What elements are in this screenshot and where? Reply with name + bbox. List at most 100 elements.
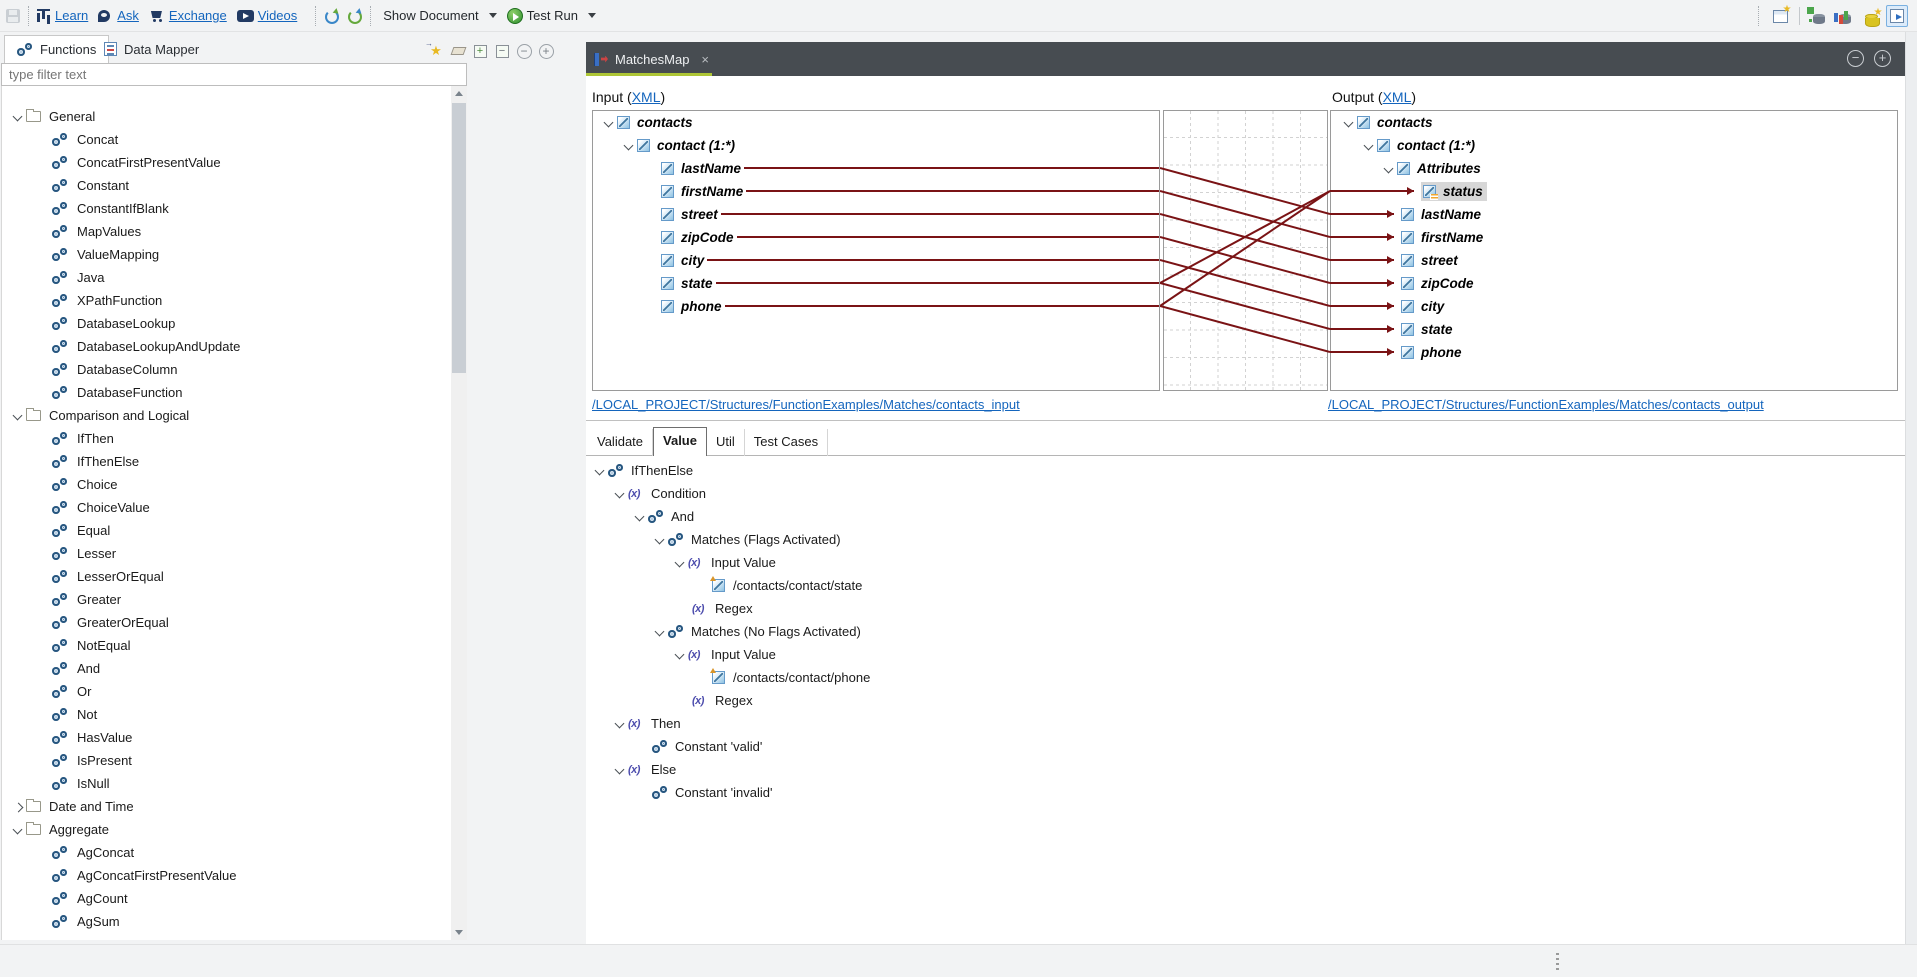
ask-link[interactable]: Ask: [117, 8, 139, 23]
tree-item[interactable]: AgConcat: [2, 841, 452, 864]
value-tree-item[interactable]: (x)Regex: [586, 597, 1901, 620]
output-node[interactable]: Attributes: [1331, 157, 1897, 180]
collapse-all-icon[interactable]: −: [494, 43, 510, 59]
tree-item[interactable]: XPathFunction: [2, 289, 452, 312]
tree-item[interactable]: Constant: [2, 174, 452, 197]
chevron-down-icon[interactable]: [672, 643, 688, 666]
chevron-down-icon[interactable]: [588, 13, 596, 18]
output-node[interactable]: street: [1331, 249, 1897, 272]
save-icon[interactable]: [6, 9, 20, 23]
output-node[interactable]: phone: [1331, 341, 1897, 364]
tree-item[interactable]: AgConcatFirstPresentValue: [2, 864, 452, 887]
close-icon[interactable]: ×: [701, 52, 709, 67]
output-node[interactable]: city: [1331, 295, 1897, 318]
value-tree-item[interactable]: IfThenElse: [586, 459, 1901, 482]
scroll-up-icon[interactable]: [451, 86, 467, 102]
value-tree-item[interactable]: Constant 'valid': [586, 735, 1901, 758]
sync-alt-icon[interactable]: [347, 9, 362, 23]
output-node[interactable]: contact (1:*): [1331, 134, 1897, 157]
ask-icon[interactable]: [98, 9, 113, 23]
value-tree-item[interactable]: (x)Condition: [586, 482, 1901, 505]
value-tree-item[interactable]: Matches (No Flags Activated): [586, 620, 1901, 643]
tree-item[interactable]: Lesser: [2, 542, 452, 565]
tree-item[interactable]: Not: [2, 703, 452, 726]
value-tree-item[interactable]: (x)Else: [586, 758, 1901, 781]
expand-all-icon[interactable]: +: [472, 43, 488, 59]
tree-item[interactable]: ConcatFirstPresentValue: [2, 151, 452, 174]
modeler-perspective-button[interactable]: [1808, 5, 1830, 27]
chevron-down-icon[interactable]: [612, 482, 628, 505]
tree-group[interactable]: Aggregate: [2, 818, 452, 841]
value-tree-item[interactable]: (x)Regex: [586, 689, 1901, 712]
open-perspective-button[interactable]: [1769, 5, 1791, 27]
input-node[interactable]: city: [593, 249, 1159, 272]
tree-item[interactable]: AgSum: [2, 910, 452, 933]
value-tree-item[interactable]: /contacts/contact/phone: [586, 666, 1901, 689]
chevron-down-icon[interactable]: [612, 758, 628, 781]
tree-item[interactable]: IsNull: [2, 772, 452, 795]
tree-item[interactable]: HasValue: [2, 726, 452, 749]
data-perspective-button[interactable]: [1860, 5, 1882, 27]
output-structure-link[interactable]: /LOCAL_PROJECT/Structures/FunctionExampl…: [1328, 397, 1764, 412]
input-node[interactable]: zipCode: [593, 226, 1159, 249]
chevron-down-icon[interactable]: [652, 528, 668, 551]
tree-item[interactable]: IfThenElse: [2, 450, 452, 473]
tree-item[interactable]: And: [2, 657, 452, 680]
scroll-down-icon[interactable]: [451, 924, 467, 940]
tree-item[interactable]: IsPresent: [2, 749, 452, 772]
value-tree-item[interactable]: And: [586, 505, 1901, 528]
maximize-editor-icon[interactable]: +: [1874, 50, 1891, 67]
tree-item[interactable]: DatabaseColumn: [2, 358, 452, 381]
chevron-down-icon[interactable]: [10, 105, 26, 128]
chevron-down-icon[interactable]: [672, 551, 688, 574]
scrollbar-thumb[interactable]: [452, 103, 466, 373]
tab-value[interactable]: Value: [653, 427, 707, 456]
tab-util[interactable]: Util: [707, 429, 745, 456]
input-node[interactable]: state: [593, 272, 1159, 295]
tree-item[interactable]: DatabaseLookupAndUpdate: [2, 335, 452, 358]
analytics-perspective-button[interactable]: [1834, 5, 1856, 27]
learn-link[interactable]: Learn: [55, 8, 88, 23]
minimize-editor-icon[interactable]: −: [1847, 50, 1864, 67]
chevron-right-icon[interactable]: [10, 795, 26, 818]
sync-icon[interactable]: [324, 9, 339, 23]
tab-test-cases[interactable]: Test Cases: [745, 429, 828, 456]
minimize-view-icon[interactable]: −: [516, 43, 532, 59]
exchange-link[interactable]: Exchange: [169, 8, 227, 23]
output-node[interactable]: zipCode: [1331, 272, 1897, 295]
chevron-down-icon[interactable]: [10, 404, 26, 427]
input-node[interactable]: contact (1:*): [593, 134, 1159, 157]
tree-item[interactable]: Equal: [2, 519, 452, 542]
tree-group[interactable]: Comparison and Logical: [2, 404, 452, 427]
chevron-down-icon[interactable]: [621, 134, 637, 157]
tree-item[interactable]: Greater: [2, 588, 452, 611]
learn-icon[interactable]: [37, 9, 51, 22]
tree-item[interactable]: ChoiceValue: [2, 496, 452, 519]
eraser-icon[interactable]: [450, 43, 466, 59]
tree-item[interactable]: Concat: [2, 128, 452, 151]
output-node[interactable]: firstName: [1331, 226, 1897, 249]
favorites-star-icon[interactable]: ★: [428, 43, 444, 59]
video-icon[interactable]: [237, 10, 254, 22]
tree-item[interactable]: IfThen: [2, 427, 452, 450]
output-node[interactable]: lastName: [1331, 203, 1897, 226]
tab-data-mapper[interactable]: Data Mapper: [92, 35, 211, 63]
scrollbar[interactable]: [451, 86, 467, 940]
output-node[interactable]: status: [1331, 180, 1897, 203]
input-structure-link[interactable]: /LOCAL_PROJECT/Structures/FunctionExampl…: [592, 397, 1020, 412]
input-node[interactable]: firstName: [593, 180, 1159, 203]
tree-item[interactable]: Java: [2, 266, 452, 289]
chevron-down-icon[interactable]: [10, 818, 26, 841]
output-node[interactable]: contacts: [1331, 111, 1897, 134]
input-node[interactable]: street: [593, 203, 1159, 226]
output-node[interactable]: state: [1331, 318, 1897, 341]
trim-drag-handle[interactable]: [1556, 953, 1559, 971]
tree-group[interactable]: General: [2, 105, 452, 128]
tab-validate[interactable]: Validate: [588, 429, 653, 456]
test-run-button[interactable]: Test Run: [527, 8, 578, 23]
chevron-down-icon[interactable]: [592, 459, 608, 482]
chevron-down-icon[interactable]: [632, 505, 648, 528]
tree-item[interactable]: ValueMapping: [2, 243, 452, 266]
value-tree-item[interactable]: Matches (Flags Activated): [586, 528, 1901, 551]
tree-group[interactable]: Date and Time: [2, 795, 452, 818]
